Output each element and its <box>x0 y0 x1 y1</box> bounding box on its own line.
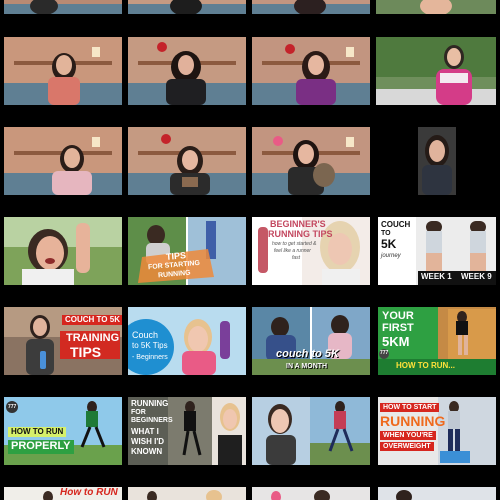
thumbnail-title-line: - Beginners <box>132 354 168 361</box>
thumbnail-title-line: HOW TO START <box>380 403 440 413</box>
thumbnail-title-line: RUNNING TIPS <box>268 229 333 239</box>
thumbnail-title-line: FOR <box>131 409 146 416</box>
video-thumbnail-r6c2[interactable] <box>252 487 370 500</box>
video-thumbnail-r4c3[interactable]: YOUR FIRST 5KM HOW TO RUN... 777 <box>378 307 496 375</box>
thumbnail-title-line: to 5K Tips <box>132 341 168 350</box>
thumbnail-title-line: WISH I'D <box>131 437 165 446</box>
thumbnail-artwork <box>128 487 246 500</box>
video-thumbnail-r6c0[interactable]: How to RUN <box>4 487 122 500</box>
thumbnail-subtitle-line: how to get started & <box>272 241 317 247</box>
thumbnail-title-line: RUNNING <box>131 399 169 408</box>
room-scene <box>252 0 370 14</box>
video-thumbnail-r2c2[interactable] <box>252 127 370 195</box>
video-thumbnail-r5c0[interactable]: HOW TO RUN PROPERLY 777 <box>4 397 122 465</box>
thumbnail-subtitle-line: feel like a runner <box>274 248 311 254</box>
video-thumbnail-r1c1[interactable] <box>128 37 246 105</box>
thumbnail-title-line: PROPERLY <box>8 440 74 454</box>
thumbnail-title-line: TO <box>381 230 391 237</box>
video-thumbnail-r0c0[interactable] <box>4 0 122 14</box>
thumbnail-title-line: Couch <box>132 330 159 340</box>
thumbnail-title-line: RUNNING <box>380 413 446 429</box>
video-thumbnail-r4c1[interactable]: Couch to 5K Tips - Beginners <box>128 307 246 375</box>
video-thumbnail-r4c2[interactable]: couch to 5K IN A MONTH <box>252 307 370 375</box>
video-thumbnail-r0c1[interactable] <box>128 0 246 14</box>
room-scene <box>420 0 452 14</box>
video-thumbnail-r2c1[interactable] <box>128 127 246 195</box>
room-scene <box>4 0 122 14</box>
video-thumbnail-r5c2[interactable] <box>252 397 370 465</box>
room-scene <box>252 127 370 195</box>
video-thumbnail-r5c1[interactable]: RUNNING FOR BEGINNERS WHAT I WISH I'D KN… <box>128 397 246 465</box>
video-thumbnail-r1c3[interactable] <box>376 37 496 105</box>
room-scene <box>128 0 246 14</box>
thumbnail-title-line: COUCH TO 5K <box>62 315 122 326</box>
room-scene <box>4 127 122 195</box>
room-scene <box>128 127 246 195</box>
room-scene <box>252 37 370 105</box>
logo-777-badge: 777 <box>380 350 389 356</box>
thumbnail-artwork <box>252 487 370 500</box>
outdoor-scene <box>376 37 496 105</box>
video-thumbnail-r1c2[interactable] <box>252 37 370 105</box>
thumbnail-title-line: BEGINNERS <box>131 417 173 424</box>
outdoor-selfie-scene <box>4 217 122 285</box>
week-label: WEEK 1 <box>421 272 452 281</box>
video-thumbnail-r3c3[interactable]: COUCH TO 5K journey WEEK 1 WEEK 9 <box>378 217 496 285</box>
video-thumbnail-r3c2[interactable]: BEGINNER'S RUNNING TIPS how to get start… <box>252 217 370 285</box>
thumbnail-subtitle-line: HOW TO RUN... <box>396 361 455 370</box>
video-thumbnail-r3c1[interactable]: TIPS FOR STARTING RUNNING <box>128 217 246 285</box>
thumbnail-subtitle-line: fast <box>292 255 301 261</box>
thumbnail-title-line: How to RUN <box>60 487 118 498</box>
thumbnail-title-line: KNOWN <box>131 447 163 456</box>
thumbnail-subtitle-line: journey <box>381 253 401 259</box>
thumbnail-title-line: TIPS <box>70 344 102 360</box>
thumbnail-title-line: 5K <box>381 237 397 251</box>
thumbnail-artwork <box>378 487 496 500</box>
logo-777-badge: 777 <box>8 404 17 410</box>
thumbnail-title-line: IN A MONTH <box>286 363 328 370</box>
video-thumbnail-r1c0[interactable] <box>4 37 122 105</box>
video-thumbnail-r0c2[interactable] <box>252 0 370 14</box>
thumbnail-artwork <box>252 397 370 465</box>
week-label: WEEK 9 <box>461 272 492 281</box>
thumbnail-title-line: WHEN YOU'RE <box>380 431 436 441</box>
car-selfie-scene <box>418 127 456 195</box>
thumbnail-title-line: couch to 5K <box>276 348 339 360</box>
room-scene <box>4 37 122 105</box>
thumbnail-title-line: BEGINNER'S <box>270 219 326 229</box>
video-thumbnail-r2c3[interactable] <box>418 127 456 195</box>
thumbnail-title-line: OVERWEIGHT <box>380 442 434 452</box>
thumbnail-title-line: TRAINING <box>66 332 120 344</box>
thumbnail-title-line: HOW TO RUN <box>8 427 67 438</box>
thumbnail-title-line: COUCH <box>381 220 411 229</box>
video-thumbnail-r0c3[interactable] <box>376 0 496 14</box>
thumbnail-grid: TIPS FOR STARTING RUNNING BEGINNER'S RUN… <box>0 0 500 500</box>
thumbnail-title-line: YOUR <box>382 310 414 322</box>
thumbnail-title-line: 5KM <box>382 334 410 349</box>
video-thumbnail-r2c0[interactable] <box>4 127 122 195</box>
video-thumbnail-r3c0[interactable] <box>4 217 122 285</box>
video-thumbnail-r6c3[interactable] <box>378 487 496 500</box>
room-scene <box>128 37 246 105</box>
video-thumbnail-r4c0[interactable]: COUCH TO 5K TRAINING TIPS <box>4 307 122 375</box>
video-thumbnail-r5c3[interactable]: HOW TO START RUNNING WHEN YOU'RE OVERWEI… <box>378 397 496 465</box>
thumbnail-title-line: FIRST <box>382 322 414 334</box>
thumbnail-title-line: WHAT I <box>131 427 159 436</box>
video-thumbnail-r6c1[interactable] <box>128 487 246 500</box>
